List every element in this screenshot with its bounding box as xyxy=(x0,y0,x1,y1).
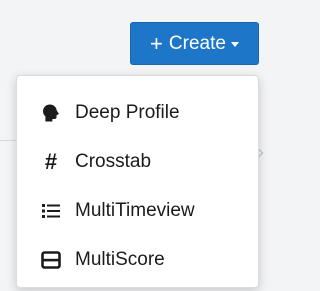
menu-item-deep-profile[interactable]: Deep Profile xyxy=(17,88,258,137)
table-icon xyxy=(39,249,63,271)
menu-item-multitimeview[interactable]: MultiTimeview xyxy=(17,186,258,235)
menu-item-crosstab[interactable]: # Crosstab xyxy=(17,137,258,186)
hash-icon: # xyxy=(44,148,58,174)
create-dropdown-menu: Deep Profile # Crosstab MultiTimeview Mu… xyxy=(16,75,259,288)
menu-item-label: MultiScore xyxy=(75,248,165,270)
plus-icon: + xyxy=(150,30,163,56)
head-profile-icon xyxy=(39,102,63,124)
caret-down-icon xyxy=(230,42,239,47)
menu-item-label: MultiTimeview xyxy=(75,199,195,221)
menu-item-label: Deep Profile xyxy=(75,101,180,123)
create-button[interactable]: + Create xyxy=(130,22,259,65)
menu-item-label: Crosstab xyxy=(75,150,152,172)
page: + Create Deep Profile # Crosstab MultiTi… xyxy=(0,0,264,291)
create-button-label: Create xyxy=(168,32,226,54)
menu-item-multiscore[interactable]: MultiScore xyxy=(17,235,258,284)
list-icon xyxy=(39,200,63,222)
